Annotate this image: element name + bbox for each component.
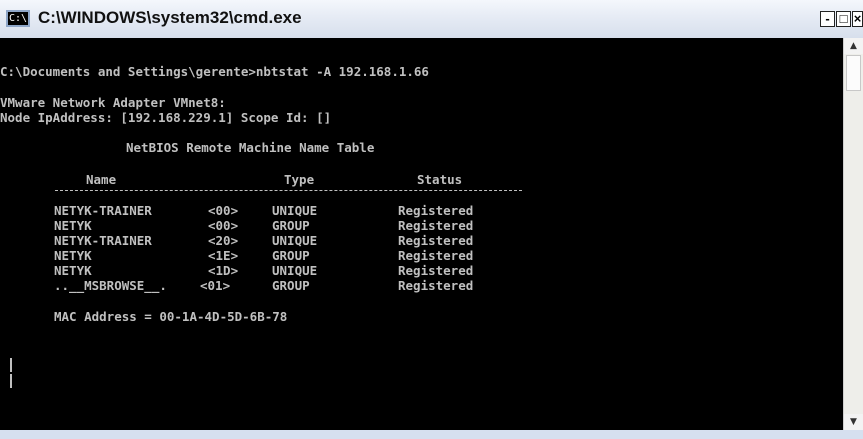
row-name: NETYK: [54, 248, 92, 263]
row-type: GROUP: [272, 248, 310, 263]
header-status: Status: [417, 172, 463, 187]
cmd-app-icon[interactable]: C:\: [6, 10, 30, 27]
row-name: NETYK-TRAINER: [54, 203, 152, 218]
row-type: UNIQUE: [272, 203, 318, 218]
cmd-window: C:\ C:\WINDOWS\system32\cmd.exe - □ × C:…: [0, 0, 863, 439]
row-type: GROUP: [272, 278, 310, 293]
row-code: <00>: [208, 203, 239, 218]
row-type: GROUP: [272, 218, 310, 233]
row-name: ..__MSBROWSE__.: [54, 278, 167, 293]
adapter-line: VMware Network Adapter VMnet8:: [0, 95, 226, 110]
row-status: Registered: [398, 263, 474, 278]
arrow-up-icon[interactable]: ▲: [844, 38, 863, 54]
row-name: NETYK: [54, 263, 92, 278]
maximize-button[interactable]: □: [836, 11, 851, 27]
minimize-button[interactable]: -: [820, 11, 835, 27]
text-cursor-trail: [10, 374, 12, 388]
row-status: Registered: [398, 233, 474, 248]
row-name: NETYK: [54, 218, 92, 233]
console-output[interactable]: C:\Documents and Settings\gerente>nbtsta…: [0, 38, 843, 430]
row-code: <20>: [208, 233, 239, 248]
row-status: Registered: [398, 278, 474, 293]
header-type: Type: [284, 172, 315, 187]
row-code: <1E>: [208, 248, 239, 263]
row-name: NETYK-TRAINER: [54, 233, 152, 248]
header-rule: [55, 190, 522, 191]
scrollbar-thumb[interactable]: [846, 55, 861, 91]
text-cursor: [10, 358, 12, 372]
title-bar[interactable]: C:\ C:\WINDOWS\system32\cmd.exe - □ ×: [0, 0, 863, 38]
vertical-scrollbar[interactable]: ▲ ▼: [843, 38, 863, 430]
row-code: <1D>: [208, 263, 239, 278]
node-ip-line: Node IpAddress: [192.168.229.1] Scope Id…: [0, 110, 332, 125]
row-type: UNIQUE: [272, 233, 318, 248]
row-status: Registered: [398, 218, 474, 233]
row-status: Registered: [398, 248, 474, 263]
close-button[interactable]: ×: [852, 11, 863, 27]
header-name: Name: [86, 172, 117, 187]
arrow-down-icon[interactable]: ▼: [844, 414, 863, 430]
table-title: NetBIOS Remote Machine Name Table: [126, 140, 375, 155]
mac-address-line: MAC Address = 00-1A-4D-5D-6B-78: [54, 309, 288, 324]
row-status: Registered: [398, 203, 474, 218]
row-type: UNIQUE: [272, 263, 318, 278]
command-line: C:\Documents and Settings\gerente>nbtsta…: [0, 64, 429, 79]
window-title: C:\WINDOWS\system32\cmd.exe: [38, 8, 302, 27]
row-code: <00>: [208, 218, 239, 233]
window-bottom-border: [0, 430, 863, 439]
row-code: <01>: [200, 278, 231, 293]
